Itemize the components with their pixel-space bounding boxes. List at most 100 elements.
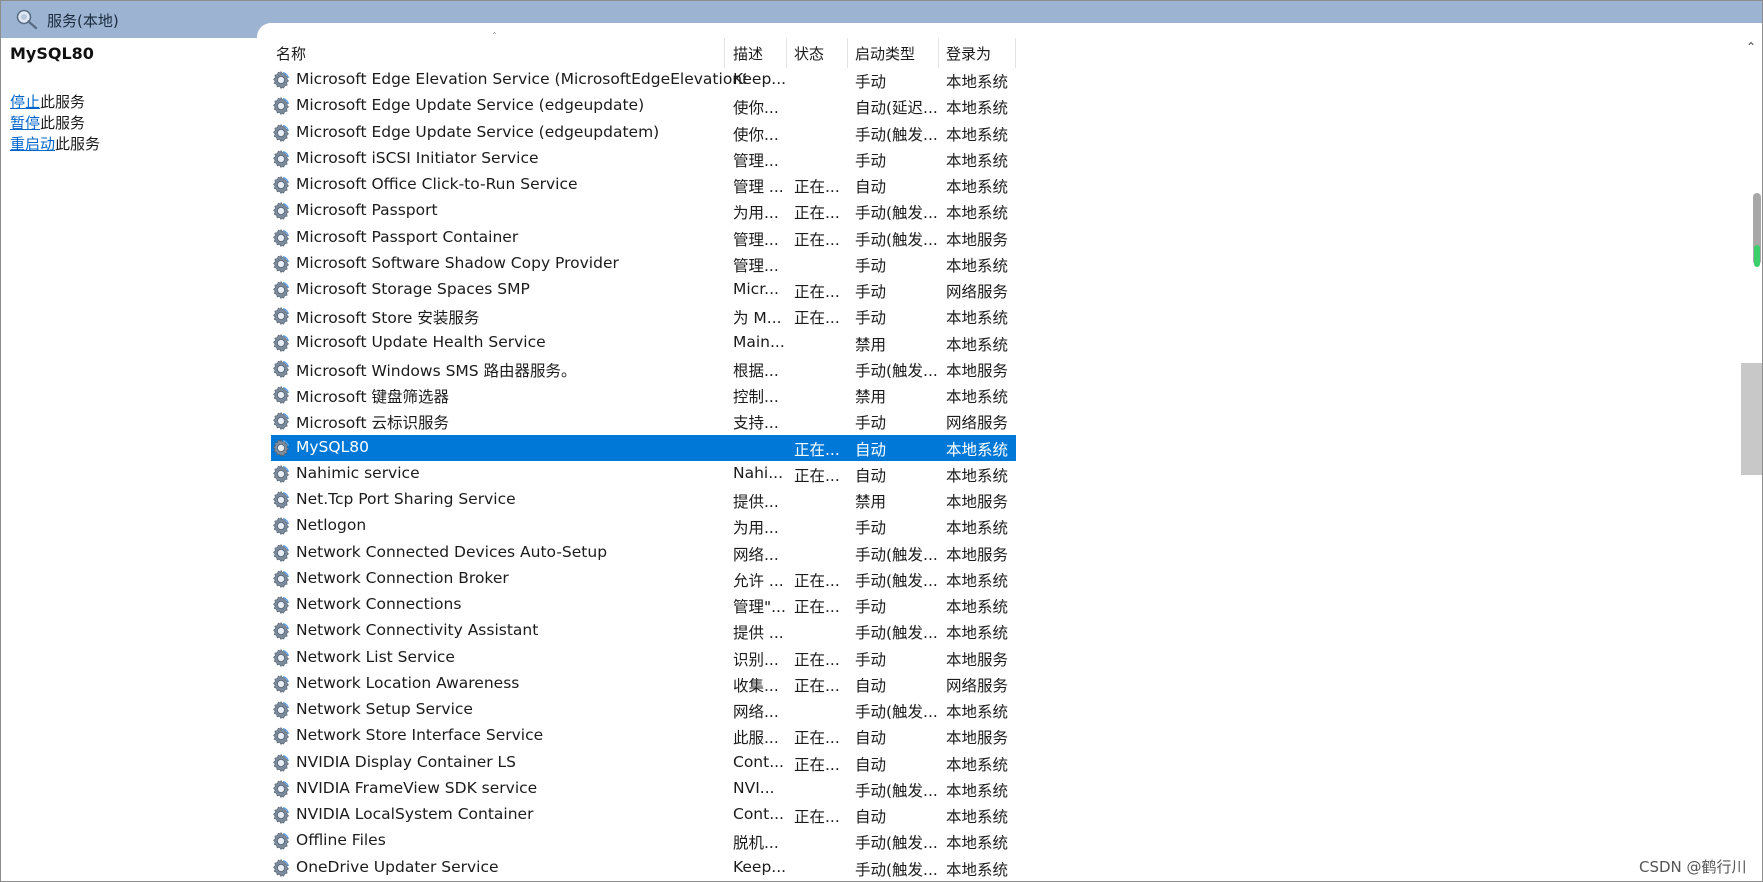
service-name: Nahimic service [296, 463, 420, 482]
service-gear-icon [271, 543, 291, 563]
table-row[interactable]: NVIDIA FrameView SDK service NVI... 手动(触发.… [271, 776, 1016, 802]
vertical-scrollbar[interactable]: ⌃ [1741, 38, 1762, 881]
service-name: Microsoft Store 安装服务 [296, 309, 480, 328]
service-description: 为用... [733, 519, 779, 538]
column-header-startup-type[interactable]: 启动类型 [855, 43, 915, 64]
service-description: 识别... [733, 650, 779, 669]
service-description: NVI... [733, 778, 775, 797]
service-logon-as: 本地系统 [946, 73, 1009, 91]
service-description: 使你... [733, 125, 779, 144]
action-pause: 暂停此服务 [10, 112, 85, 133]
table-row[interactable]: NVIDIA LocalSystem Container Cont... 正在...… [271, 802, 1016, 828]
table-row[interactable]: Offline Files 脱机... 手动(触发... 本地系统 [271, 828, 1016, 854]
table-row[interactable]: Microsoft Edge Elevation Service (Micros… [271, 67, 1016, 93]
table-row[interactable]: Microsoft Edge Update Service (edgeupdat… [271, 120, 1016, 146]
scroll-up-icon[interactable]: ⌃ [1746, 40, 1756, 54]
service-name: Microsoft Passport Container [296, 227, 519, 246]
service-status: 正在... [794, 283, 840, 301]
service-gear-icon [271, 438, 291, 458]
service-name: Microsoft Office Click-to-Run Service [296, 175, 578, 193]
table-row[interactable]: Network Connectivity Assistant 提供 ... 手动(触… [271, 618, 1016, 644]
table-row[interactable]: NVIDIA Display Container LS Cont... 正在... 自… [271, 750, 1016, 776]
service-gear-icon [271, 490, 291, 510]
service-startup-type: 手动(触发... [855, 361, 938, 380]
service-startup-type: 手动 [855, 283, 887, 301]
service-description: 网络... [733, 545, 779, 564]
table-row[interactable]: Network Location Awareness 收集... 正在... 自动 网络… [271, 671, 1016, 697]
column-header-description[interactable]: 描述 [733, 43, 763, 64]
table-row[interactable]: Network List Service 识别... 正在... 手动 本地服务 [271, 645, 1016, 671]
service-status: 正在... [794, 571, 840, 590]
service-logon-as: 本地服务 [946, 545, 1009, 564]
table-row[interactable]: Microsoft Passport 为用... 正在... 手动(触发... 本地系统 [271, 198, 1016, 224]
service-gear-icon [271, 674, 291, 694]
service-name: Network Location Awareness [296, 673, 520, 692]
table-row[interactable]: Microsoft 云标识服务 支持... 手动 网络服务 [271, 408, 1016, 434]
table-header: 名称 描述 状态 启动类型 登录为 [271, 38, 1016, 68]
column-header-status[interactable]: 状态 [794, 43, 824, 64]
table-row[interactable]: Microsoft Storage Spaces SMP Micr... 正在...… [271, 277, 1016, 303]
service-description: Main... [733, 332, 785, 351]
table-row[interactable]: Network Connections 管理"... 正在... 手动 本地系统 [271, 592, 1016, 618]
service-gear-icon [271, 149, 291, 169]
table-row[interactable]: Microsoft Windows SMS 路由器服务。 根据... 手动(触发..… [271, 356, 1016, 382]
table-row[interactable]: Nahimic service Nahi... 正在... 自动 本地系统 [271, 461, 1016, 487]
stop-service-link[interactable]: 停止 [10, 93, 40, 111]
table-row[interactable]: Microsoft iSCSI Initiator Service 管理... 手动… [271, 146, 1016, 172]
service-startup-type: 手动(触发... [855, 125, 938, 144]
service-startup-type: 自动 [855, 466, 887, 485]
table-row[interactable]: Netlogon 为用... 手动 本地系统 [271, 513, 1016, 539]
watermark: CSDN @鹤行川 [1639, 858, 1747, 876]
service-description: 此服... [733, 729, 779, 748]
service-name: Microsoft Software Shadow Copy Provider [296, 253, 619, 272]
pause-service-link[interactable]: 暂停 [10, 114, 40, 132]
action-restart: 重启动此服务 [10, 133, 100, 154]
service-name: Microsoft Storage Spaces SMP [296, 280, 530, 298]
service-gear-icon [271, 280, 291, 300]
service-gear-icon [271, 805, 291, 825]
service-startup-type: 手动 [855, 256, 887, 275]
service-logon-as: 本地系统 [946, 178, 1009, 196]
service-startup-type: 手动(触发... [855, 571, 938, 590]
service-name: Microsoft Edge Update Service (edgeupdat… [296, 122, 660, 141]
table-row[interactable]: Network Connected Devices Auto-Setup 网络..… [271, 540, 1016, 566]
service-name: Microsoft Passport [296, 201, 438, 220]
table-row[interactable]: MySQL80 正在... 自动 本地系统 [271, 434, 1016, 461]
service-description: 提供... [733, 493, 779, 511]
table-row[interactable]: Network Setup Service 网络... 手动(触发... 本地系统 [271, 697, 1016, 723]
service-name: Network Connected Devices Auto-Setup [296, 542, 608, 561]
table-row[interactable]: Net.Tcp Port Sharing Service 提供... 禁用 本地服务 [271, 487, 1016, 513]
table-row[interactable]: Microsoft Store 安装服务 为 M... 正在... 手动 本地系统 [271, 303, 1016, 329]
service-startup-type: 自动 [855, 676, 887, 695]
table-row[interactable]: OneDrive Updater Service Keep... 手动(触发... 本… [271, 855, 1016, 881]
service-status: 正在... [794, 230, 840, 249]
restart-service-link[interactable]: 重启动 [10, 135, 55, 153]
table-row[interactable]: Microsoft Edge Update Service (edgeupdat… [271, 93, 1016, 119]
service-description: 为用... [733, 204, 779, 223]
column-header-name[interactable]: 名称 [276, 43, 306, 64]
service-description: 允许 ... [733, 571, 784, 590]
table-row[interactable]: Network Connection Broker 允许 ... 正在... 手动(触… [271, 566, 1016, 592]
service-status: 正在... [794, 204, 840, 223]
service-gear-icon [271, 123, 291, 143]
service-logon-as: 本地系统 [946, 755, 1009, 774]
service-name: NVIDIA Display Container LS [296, 752, 517, 771]
table-row[interactable]: Microsoft Office Click-to-Run Service 管理 … [271, 172, 1016, 198]
table-row[interactable]: Microsoft Passport Container 管理... 正在... 手动… [271, 225, 1016, 251]
table-row[interactable]: Microsoft Software Shadow Copy Provider 管… [271, 251, 1016, 277]
service-name: MySQL80 [296, 437, 369, 456]
service-description: Keep... [733, 857, 787, 876]
service-startup-type: 手动(触发... [855, 860, 938, 879]
service-gear-icon [271, 359, 291, 379]
outer-scrollbar-marker [1754, 245, 1760, 267]
action-pause-text: 此服务 [40, 114, 86, 132]
service-description: 管理... [733, 230, 779, 249]
service-name: Network Store Interface Service [296, 726, 544, 745]
column-header-logon-as[interactable]: 登录为 [946, 43, 991, 64]
table-row[interactable]: Microsoft Update Health Service Main... 禁用… [271, 330, 1016, 356]
table-row[interactable]: Network Store Interface Service 此服... 正在..… [271, 723, 1016, 749]
action-stop-text: 此服务 [40, 93, 86, 111]
scrollbar-thumb[interactable] [1741, 363, 1762, 475]
table-row[interactable]: Microsoft 键盘筛选器 控制... 禁用 本地系统 [271, 382, 1016, 408]
service-name: Microsoft Windows SMS 路由器服务。 [296, 361, 577, 380]
